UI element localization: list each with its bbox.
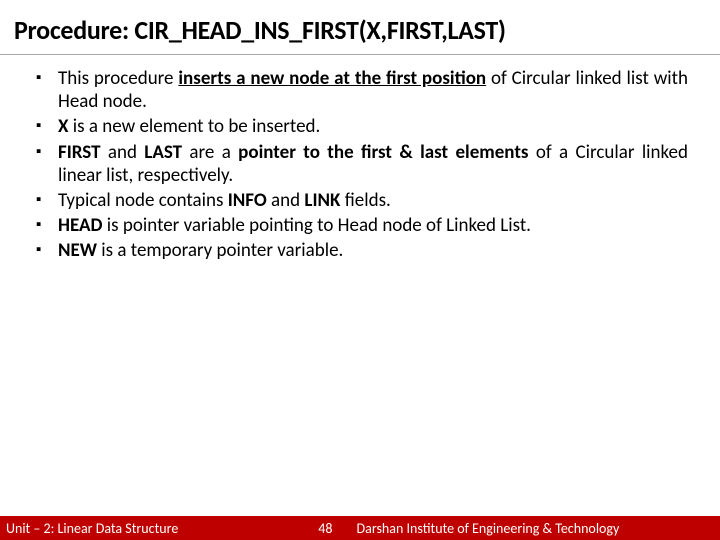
footer-bar: Unit – 2: Linear Data Structure 48 Darsh… — [0, 516, 720, 540]
bullet-item: HEAD is pointer variable pointing to Hea… — [40, 214, 688, 237]
footer-unit: Unit – 2: Linear Data Structure — [0, 520, 178, 537]
bullet-item: X is a new element to be inserted. — [40, 115, 688, 138]
bullet-item: Typical node contains INFO and LINK fiel… — [40, 189, 688, 212]
slide-title: Procedure: CIR_HEAD_INS_FIRST(X,FIRST,LA… — [0, 0, 720, 55]
footer-page: 48 — [178, 520, 356, 537]
slide-content: This procedure inserts a new node at the… — [0, 55, 720, 262]
bullet-item: FIRST and LAST are a pointer to the firs… — [40, 141, 688, 187]
bullet-item: NEW is a temporary pointer variable. — [40, 239, 688, 262]
footer-org: Darshan Institute of Engineering & Techn… — [357, 520, 720, 537]
bullet-list: This procedure inserts a new node at the… — [40, 67, 688, 262]
bullet-item: This procedure inserts a new node at the… — [40, 67, 688, 113]
